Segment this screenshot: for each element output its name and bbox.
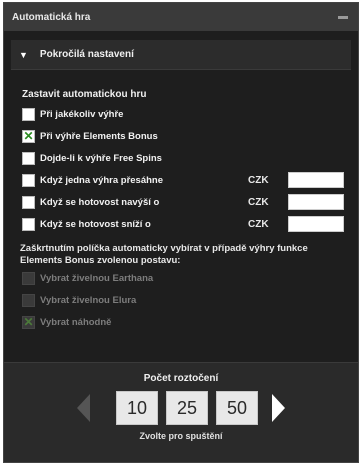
spins-25-button[interactable]: 25 <box>166 391 208 425</box>
option-balance-decrease[interactable]: Když se hotovost sníží o CZK <box>22 213 344 235</box>
option-free-spins[interactable]: Dojde-li k výhře Free Spins <box>22 147 340 169</box>
single-win-input[interactable] <box>288 172 344 188</box>
spins-panel: Počet roztočení 10 25 50 Zvolte pro spuš… <box>4 362 358 462</box>
bonus-note: Zaškrtnutím políčka automaticky vybírat … <box>20 243 308 266</box>
autoplay-panel: Automatická hra ▼ Pokročilá nastavení Za… <box>3 2 359 463</box>
option-single-win-exceeds[interactable]: Když jedna výhra přesáhne CZK <box>22 169 344 191</box>
caret-down-icon: ▼ <box>19 49 28 60</box>
balance-increase-input[interactable] <box>288 194 344 210</box>
checkbox-char-elur[interactable] <box>22 293 35 307</box>
option-label: Když se hotovost navýší o <box>40 196 160 208</box>
option-label: Když jedna výhra přesáhne <box>40 174 164 186</box>
option-char-random[interactable]: ✕ Vybrat náhodně <box>22 311 340 333</box>
arrow-right-icon[interactable] <box>272 394 285 422</box>
window-title: Automatická hra <box>12 11 91 23</box>
checkbox-balance-increase[interactable] <box>22 195 35 209</box>
option-label: Při výhře Elements Bonus <box>40 130 158 142</box>
option-elements-bonus[interactable]: ✕ Při výhře Elements Bonus <box>22 125 340 147</box>
spins-row: 10 25 50 <box>4 391 358 425</box>
option-char-elur[interactable]: Vybrat živelnou Elura <box>22 289 340 311</box>
balance-decrease-input[interactable] <box>288 216 344 232</box>
stop-label: Zastavit automatickou hru <box>22 89 147 100</box>
spins-10-button[interactable]: 10 <box>116 391 158 425</box>
section-title: Pokročilá nastavení <box>39 49 134 60</box>
currency-label: CZK <box>248 196 269 208</box>
spins-footer: Zvolte pro spuštění <box>139 431 223 441</box>
option-char-earthan[interactable]: Vybrat živelnou Earthana <box>22 267 340 289</box>
checkbox-single-win[interactable] <box>22 173 35 187</box>
option-label: Vybrat náhodně <box>40 316 112 328</box>
checkbox-balance-decrease[interactable] <box>22 217 35 231</box>
minimize-icon[interactable] <box>338 15 348 19</box>
settings-content: Zastavit automatickou hru Při jakékoliv … <box>4 89 358 333</box>
checkbox-free-spins[interactable] <box>22 151 35 165</box>
checkbox-char-earthan[interactable] <box>22 271 35 285</box>
option-label: Při jakékoliv výhře <box>40 108 124 120</box>
currency-label: CZK <box>248 174 269 186</box>
option-any-win[interactable]: Při jakékoliv výhře <box>22 103 340 125</box>
spins-50-button[interactable]: 50 <box>216 391 258 425</box>
checkbox-elements-bonus[interactable]: ✕ <box>22 129 35 143</box>
option-label: Když se hotovost sníží o <box>40 218 151 230</box>
advanced-settings-header[interactable]: ▼ Pokročilá nastavení <box>11 40 351 70</box>
option-label: Dojde-li k výhře Free Spins <box>40 152 162 164</box>
spins-label: Počet roztočení <box>143 373 219 384</box>
option-balance-increase[interactable]: Když se hotovost navýší o CZK <box>22 191 344 213</box>
checkbox-any-win[interactable] <box>22 107 35 121</box>
title-bar: Automatická hra <box>4 3 358 31</box>
checkbox-char-random[interactable]: ✕ <box>22 315 35 329</box>
currency-label: CZK <box>248 218 269 230</box>
arrow-left-icon[interactable] <box>77 394 90 422</box>
option-label: Vybrat živelnou Elura <box>40 294 137 306</box>
option-label: Vybrat živelnou Earthana <box>40 272 154 284</box>
